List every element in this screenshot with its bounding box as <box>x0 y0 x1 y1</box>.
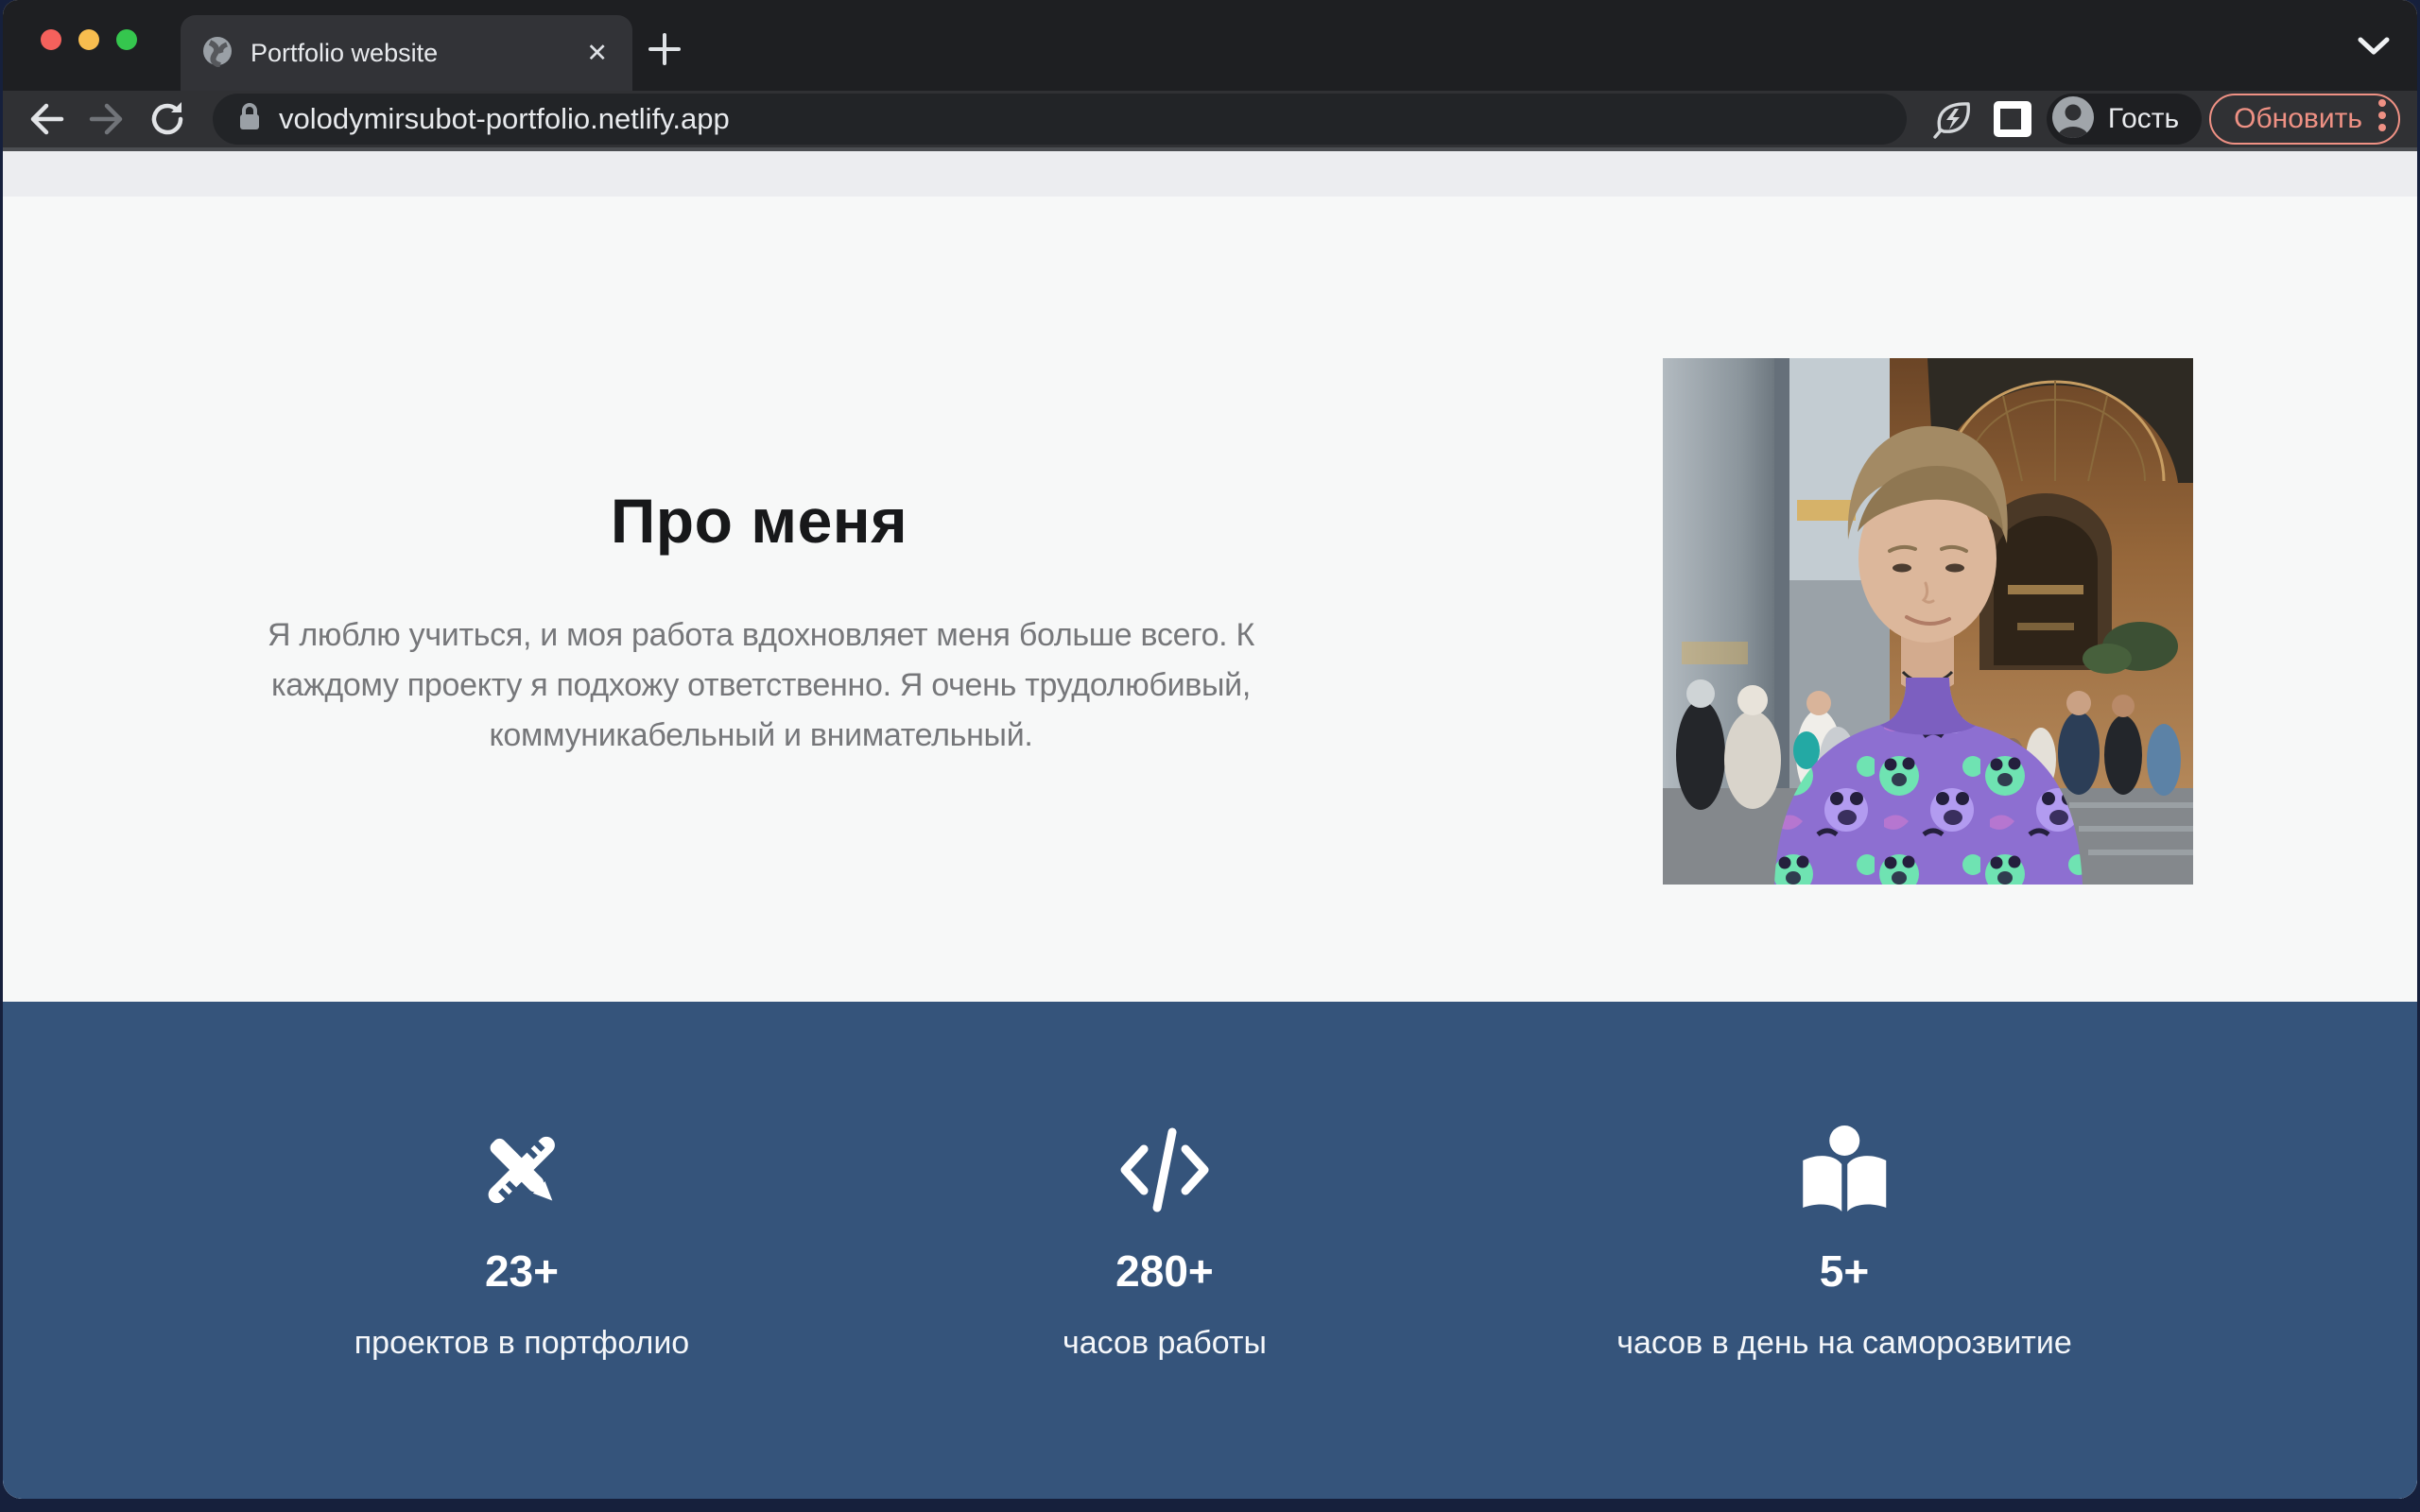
profile-photo <box>1663 358 2193 885</box>
stat-label: проектов в портфолио <box>354 1325 689 1362</box>
about-body: Я люблю учиться, и моя работа вдохновляе… <box>251 610 1271 761</box>
window-controls <box>41 29 137 50</box>
stat-value: 280+ <box>1115 1246 1214 1297</box>
tab-close-icon[interactable]: ✕ <box>582 37 612 70</box>
update-button-label: Обновить <box>2234 103 2362 135</box>
forward-button[interactable] <box>80 93 133 146</box>
about-section: Про меня Я люблю учиться, и моя работа в… <box>3 197 2417 1002</box>
stat-value: 23+ <box>485 1246 559 1297</box>
stat-self-development: 5+ часов в день на саморозвитие <box>1616 1125 2072 1362</box>
new-tab-button[interactable] <box>642 26 687 72</box>
address-bar[interactable]: volodymirsubot-portfolio.netlify.app <box>213 94 1907 145</box>
tab-title: Portfolio website <box>251 39 438 68</box>
lock-icon[interactable] <box>237 101 262 138</box>
side-panel-icon[interactable] <box>1986 93 2039 146</box>
stats-section: 23+ проектов в портфолио 280+ часов рабо… <box>3 1002 2417 1499</box>
tabstrip-chevron-down-icon[interactable] <box>2357 36 2391 61</box>
performance-leaf-icon[interactable] <box>1926 93 1979 146</box>
minimize-window-button[interactable] <box>78 29 99 50</box>
fullscreen-window-button[interactable] <box>116 29 137 50</box>
profile-name: Гость <box>2108 103 2179 135</box>
browser-window: Portfolio website ✕ <box>3 0 2417 1499</box>
close-window-button[interactable] <box>41 29 61 50</box>
webpage-viewport: Про меня Я люблю учиться, и моя работа в… <box>3 151 2417 1499</box>
profile-button[interactable]: Гость <box>2047 94 2202 145</box>
avatar-icon <box>2051 95 2095 144</box>
update-browser-button[interactable]: Обновить <box>2209 94 2400 145</box>
code-icon <box>1115 1125 1214 1215</box>
browser-toolbar: volodymirsubot-portfolio.netlify.app <box>3 91 2417 151</box>
stat-hours-worked: 280+ часов работы <box>1063 1125 1267 1362</box>
globe-favicon-icon <box>201 35 233 72</box>
reload-button[interactable] <box>141 93 194 146</box>
tab-portfolio-website[interactable]: Portfolio website ✕ <box>181 15 632 91</box>
kebab-menu-icon[interactable] <box>2376 94 2389 144</box>
back-button[interactable] <box>20 93 73 146</box>
about-title: Про меня <box>211 485 1307 557</box>
tab-strip: Portfolio website ✕ <box>3 0 2417 91</box>
stat-projects: 23+ проектов в портфолио <box>354 1125 689 1362</box>
book-reader-icon <box>1797 1125 1892 1215</box>
site-header <box>3 151 2417 197</box>
stat-label: часов в день на саморозвитие <box>1616 1325 2072 1362</box>
url-text: volodymirsubot-portfolio.netlify.app <box>279 102 730 136</box>
stat-label: часов работы <box>1063 1325 1267 1362</box>
pencil-pen-crossed-icon <box>476 1125 567 1215</box>
stat-value: 5+ <box>1820 1246 1869 1297</box>
